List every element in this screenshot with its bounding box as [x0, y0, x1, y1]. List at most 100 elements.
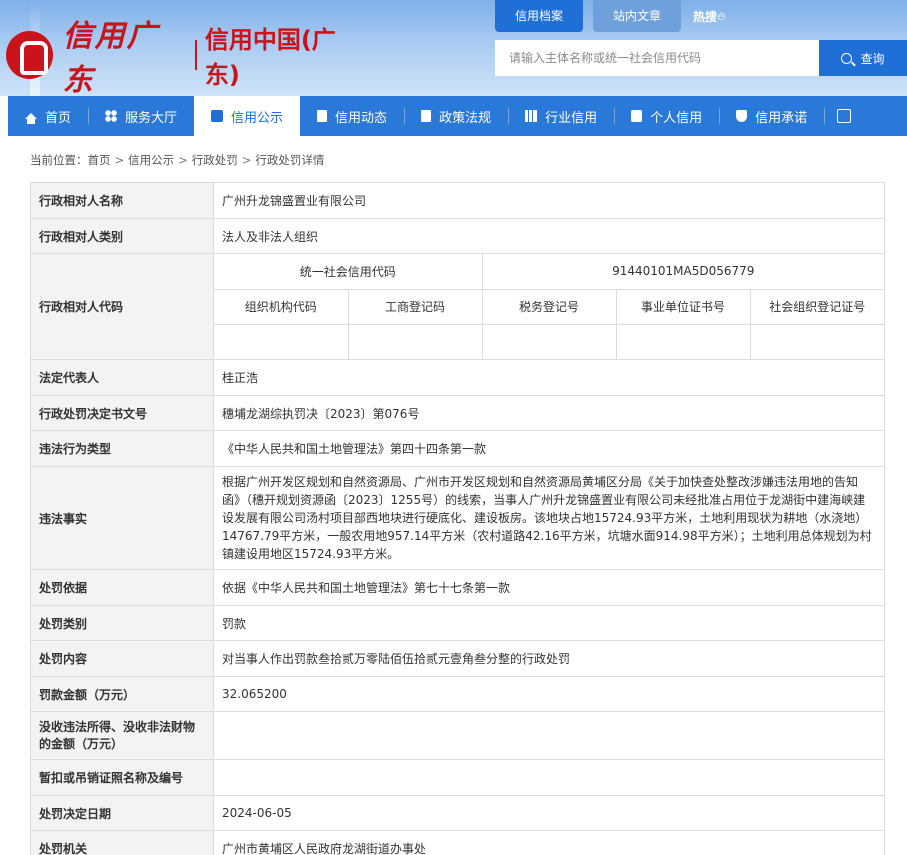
site-logo[interactable]: 信用广东 信用中国(广东) [6, 19, 366, 96]
field-value: 32.065200 [213, 676, 885, 712]
field-label: 行政相对人名称 [30, 182, 214, 219]
sub-value-tax-reg [482, 324, 617, 359]
field-label: 行政相对人类别 [30, 218, 214, 254]
person-card-icon [631, 110, 643, 122]
logo-cursive-text: 信用广东 [62, 19, 159, 96]
nav-item-label: 信用承诺 [755, 110, 808, 126]
field-label: 没收违法所得、没收非法财物的金额（万元） [30, 711, 214, 760]
table-row: 法定代表人 桂正浩 [30, 359, 885, 396]
table-row: 行政处罚决定书文号 穗埔龙湖综执罚决〔2023〕第076号 [30, 395, 885, 431]
field-label: 处罚类别 [30, 605, 214, 641]
sub-label-business-reg: 工商登记码 [348, 289, 483, 325]
home-icon [25, 113, 37, 124]
nav-item-label: 信用动态 [335, 110, 388, 126]
field-value: 2024-06-05 [213, 795, 885, 831]
breadcrumb-separator: > [178, 153, 188, 167]
nav-item-label: 政策法规 [439, 110, 492, 126]
briefcase-icon [211, 110, 224, 122]
table-row: 罚款金额（万元） 32.065200 [30, 676, 885, 712]
field-label: 处罚依据 [30, 569, 214, 606]
sub-label-org-code: 组织机构代码 [214, 289, 349, 325]
field-value: 《中华人民共和国土地管理法》第四十四条第一款 [213, 430, 885, 467]
breadcrumb-current: 行政处罚详情 [255, 153, 325, 167]
table-row: 处罚类别 罚款 [30, 605, 885, 641]
field-label: 处罚机关 [30, 830, 214, 855]
sub-label-tax-reg: 税务登记号 [482, 289, 617, 325]
table-row: 处罚决定日期 2024-06-05 [30, 795, 885, 831]
breadcrumb-separator: > [241, 153, 252, 167]
field-value: 依据《中华人民共和国土地管理法》第七十七条第一款 [213, 569, 885, 606]
field-value: 广州升龙锦盛置业有限公司 [213, 182, 885, 219]
uscc-value: 91440101MA5D056779 [482, 254, 884, 290]
field-label: 行政相对人代码 [30, 253, 214, 360]
breadcrumb-credit-publicity[interactable]: 信用公示 [128, 150, 174, 170]
field-label: 罚款金额（万元） [30, 676, 214, 712]
search-button-label: 查询 [860, 51, 885, 66]
sub-value-institution-cert [616, 324, 751, 359]
breadcrumb-separator: > [114, 153, 125, 167]
field-value: 桂正浩 [213, 359, 885, 396]
nav-item-label: 首页 [45, 110, 72, 126]
logo-separator [194, 40, 197, 70]
table-row: 暂扣或吊销证照名称及编号 [30, 759, 885, 796]
nav-item-label: 行业信用 [545, 110, 598, 126]
nav-item-industry-credit[interactable]: 行业信用 [508, 96, 614, 136]
nav-item-label: 服务大厅 [125, 110, 178, 126]
grid-icon [105, 110, 118, 122]
flame-icon: 🔥︎ [717, 8, 726, 23]
search-button[interactable]: 查询 [819, 40, 907, 76]
code-subtable-cell: 统一社会信用代码 91440101MA5D056779 组织机构代码 工商登记码… [213, 253, 885, 360]
field-value: 对当事人作出罚款叁拾贰万零陆佰伍拾贰元壹角叁分整的行政处罚 [213, 640, 885, 677]
field-value [213, 711, 885, 760]
uscc-label: 统一社会信用代码 [214, 254, 483, 290]
sub-value-social-org-cert [750, 324, 884, 359]
search-icon [841, 52, 853, 64]
logo-emblem-icon [6, 31, 53, 79]
field-value: 根据广州开发区规划和自然资源局、广州市开发区规划和自然资源局黄埔区分局《关于加快… [213, 466, 885, 570]
top-tabs: 信用档案 站内文章 热搜 🔥︎ [495, 0, 726, 32]
field-value [213, 759, 885, 796]
nav-item-policies[interactable]: 政策法规 [404, 96, 508, 136]
breadcrumb-admin-penalty[interactable]: 行政处罚 [192, 150, 238, 170]
main-nav: 首页 服务大厅 信用公示 信用动态 政策法规 行业信用 个人信用 信用承诺 [8, 96, 907, 136]
field-label: 行政处罚决定书文号 [30, 395, 214, 431]
table-row: 处罚依据 依据《中华人民共和国土地管理法》第七十七条第一款 [30, 569, 885, 606]
table-row: 没收违法所得、没收非法财物的金额（万元） [30, 711, 885, 760]
sub-value-org-code [214, 324, 349, 359]
nav-item-credit-news[interactable]: 信用动态 [300, 96, 404, 136]
search-bar: 查询 [495, 40, 907, 76]
table-row: 处罚机关 广州市黄埔区人民政府龙湖街道办事处 [30, 830, 885, 855]
table-row: 行政相对人类别 法人及非法人组织 [30, 218, 885, 254]
nav-exit-button[interactable] [824, 96, 864, 136]
nav-item-label: 个人信用 [650, 110, 703, 126]
tab-credit-archive[interactable]: 信用档案 [495, 0, 584, 32]
table-row: 违法事实 根据广州开发区规划和自然资源局、广州市开发区规划和自然资源局黄埔区分局… [30, 466, 885, 570]
nav-item-credit-publicity[interactable]: 信用公示 [194, 96, 301, 136]
breadcrumb-prefix: 当前位置： [30, 153, 88, 167]
nav-item-home[interactable]: 首页 [8, 96, 88, 136]
shield-check-icon [736, 110, 748, 122]
sub-value-business-reg [348, 324, 483, 359]
field-label: 处罚内容 [30, 640, 214, 677]
table-row: 违法行为类型 《中华人民共和国土地管理法》第四十四条第一款 [30, 430, 885, 467]
logo-main-text: 信用中国(广东) [204, 26, 336, 89]
penalty-detail-table: 行政相对人名称 广州升龙锦盛置业有限公司 行政相对人类别 法人及非法人组织 行政… [30, 182, 885, 855]
field-label: 违法事实 [30, 466, 214, 570]
field-value: 穗埔龙湖综执罚决〔2023〕第076号 [213, 395, 885, 431]
nav-item-personal-credit[interactable]: 个人信用 [614, 96, 719, 136]
field-value: 罚款 [213, 605, 885, 641]
tab-site-articles[interactable]: 站内文章 [593, 0, 682, 32]
search-input[interactable] [495, 40, 819, 76]
nav-item-service-hall[interactable]: 服务大厅 [88, 96, 194, 136]
breadcrumb-home[interactable]: 首页 [88, 150, 111, 170]
table-row: 处罚内容 对当事人作出罚款叁拾贰万零陆佰伍拾贰元壹角叁分整的行政处罚 [30, 640, 885, 677]
nav-item-credit-commitment[interactable]: 信用承诺 [719, 96, 824, 136]
sub-label-institution-cert: 事业单位证书号 [616, 289, 751, 325]
book-icon [421, 110, 432, 122]
nav-item-label: 信用公示 [231, 110, 284, 126]
document-icon [317, 110, 328, 122]
code-subtable: 统一社会信用代码 91440101MA5D056779 组织机构代码 工商登记码… [214, 254, 884, 359]
sub-label-social-org-cert: 社会组织登记证号 [750, 289, 884, 325]
hot-search-label[interactable]: 热搜 [693, 8, 717, 25]
field-label: 暂扣或吊销证照名称及编号 [30, 759, 214, 796]
